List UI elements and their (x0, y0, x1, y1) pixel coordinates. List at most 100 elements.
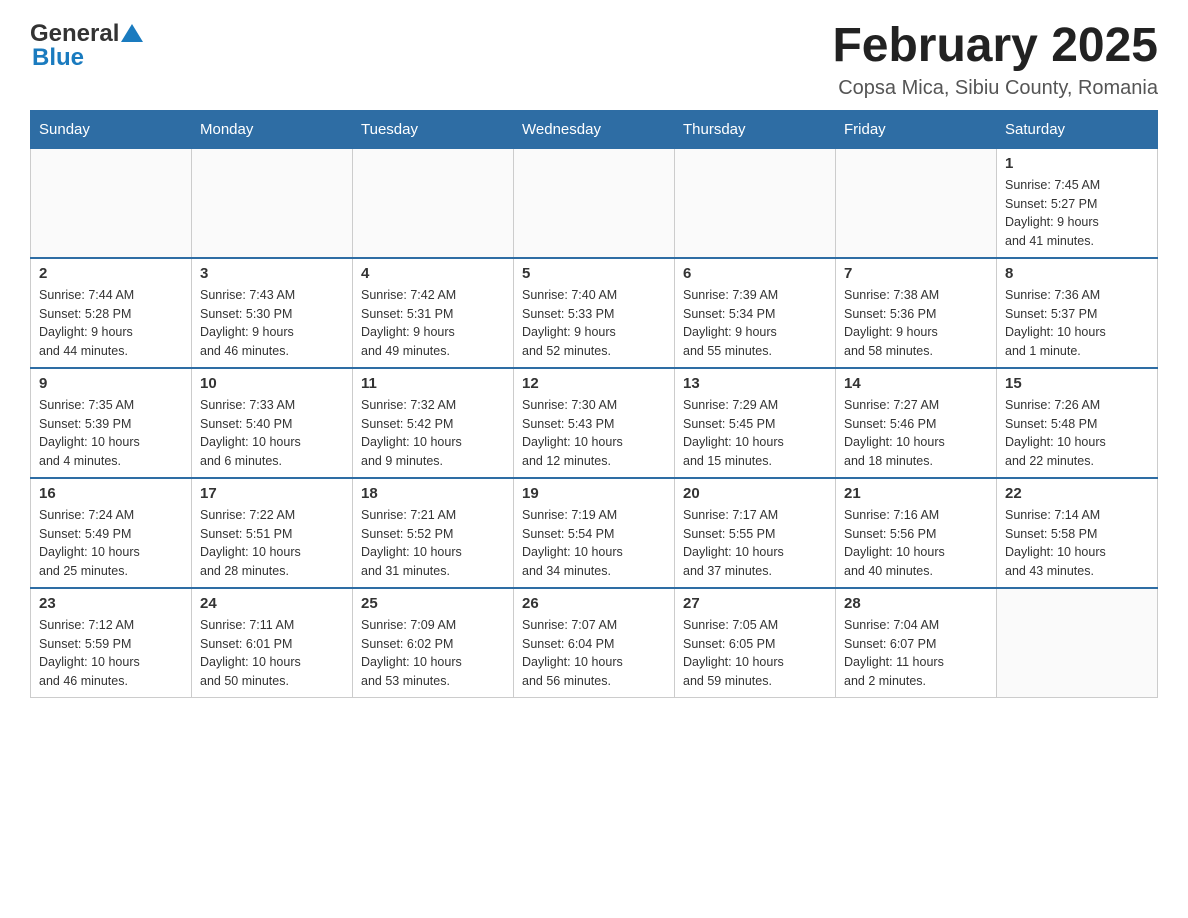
day-info: Sunrise: 7:04 AM Sunset: 6:07 PM Dayligh… (844, 616, 988, 691)
day-info: Sunrise: 7:29 AM Sunset: 5:45 PM Dayligh… (683, 396, 827, 471)
calendar-day-cell (192, 148, 353, 258)
calendar-day-cell: 9 Sunrise: 7:35 AM Sunset: 5:39 PM Daylig… (31, 368, 192, 478)
day-number: 3 (200, 265, 344, 282)
calendar-day-cell: 2Sunrise: 7:44 AM Sunset: 5:28 PM Daylig… (31, 258, 192, 368)
weekday-header-saturday: Saturday (997, 110, 1158, 148)
day-info: Sunrise: 7:05 AM Sunset: 6:05 PM Dayligh… (683, 616, 827, 691)
calendar-day-cell: 14 Sunrise: 7:27 AM Sunset: 5:46 PM Dayli… (836, 368, 997, 478)
day-info: Sunrise: 7:07 AM Sunset: 6:04 PM Dayligh… (522, 616, 666, 691)
day-info: Sunrise: 7:33 AM Sunset: 5:40 PM Dayligh… (200, 396, 344, 471)
day-info: Sunrise: 7:39 AM Sunset: 5:34 PM Dayligh… (683, 286, 827, 361)
calendar-day-cell: 24 Sunrise: 7:11 AM Sunset: 6:01 PM Dayli… (192, 588, 353, 698)
weekday-header-monday: Monday (192, 110, 353, 148)
title-block: February 2025 Copsa Mica, Sibiu County, … (832, 20, 1158, 100)
day-info: Sunrise: 7:38 AM Sunset: 5:36 PM Dayligh… (844, 286, 988, 361)
day-info: Sunrise: 7:11 AM Sunset: 6:01 PM Dayligh… (200, 616, 344, 691)
location-subtitle: Copsa Mica, Sibiu County, Romania (832, 77, 1158, 100)
calendar-day-cell (514, 148, 675, 258)
calendar-day-cell: 1 Sunrise: 7:45 AM Sunset: 5:27 PM Daylig… (997, 148, 1158, 258)
day-info: Sunrise: 7:19 AM Sunset: 5:54 PM Dayligh… (522, 506, 666, 581)
day-number: 14 (844, 375, 988, 392)
calendar-week-row: 1 Sunrise: 7:45 AM Sunset: 5:27 PM Daylig… (31, 148, 1158, 258)
calendar-day-cell: 28 Sunrise: 7:04 AM Sunset: 6:07 PM Dayli… (836, 588, 997, 698)
day-info: Sunrise: 7:17 AM Sunset: 5:55 PM Dayligh… (683, 506, 827, 581)
calendar-day-cell: 7 Sunrise: 7:38 AM Sunset: 5:36 PM Daylig… (836, 258, 997, 368)
day-info: Sunrise: 7:30 AM Sunset: 5:43 PM Dayligh… (522, 396, 666, 471)
calendar-week-row: 2Sunrise: 7:44 AM Sunset: 5:28 PM Daylig… (31, 258, 1158, 368)
weekday-header-sunday: Sunday (31, 110, 192, 148)
day-info: Sunrise: 7:14 AM Sunset: 5:58 PM Dayligh… (1005, 506, 1149, 581)
day-number: 17 (200, 485, 344, 502)
day-info: Sunrise: 7:24 AM Sunset: 5:49 PM Dayligh… (39, 506, 183, 581)
day-number: 18 (361, 485, 505, 502)
calendar-day-cell: 6 Sunrise: 7:39 AM Sunset: 5:34 PM Daylig… (675, 258, 836, 368)
day-number: 16 (39, 485, 183, 502)
day-number: 20 (683, 485, 827, 502)
day-info: Sunrise: 7:12 AM Sunset: 5:59 PM Dayligh… (39, 616, 183, 691)
calendar-week-row: 23 Sunrise: 7:12 AM Sunset: 5:59 PM Dayli… (31, 588, 1158, 698)
day-info: Sunrise: 7:22 AM Sunset: 5:51 PM Dayligh… (200, 506, 344, 581)
day-number: 19 (522, 485, 666, 502)
calendar-day-cell: 20 Sunrise: 7:17 AM Sunset: 5:55 PM Dayli… (675, 478, 836, 588)
day-number: 27 (683, 595, 827, 612)
day-number: 24 (200, 595, 344, 612)
calendar-day-cell: 21Sunrise: 7:16 AM Sunset: 5:56 PM Dayli… (836, 478, 997, 588)
calendar-week-row: 16 Sunrise: 7:24 AM Sunset: 5:49 PM Dayli… (31, 478, 1158, 588)
calendar-day-cell: 5Sunrise: 7:40 AM Sunset: 5:33 PM Daylig… (514, 258, 675, 368)
calendar-day-cell: 13 Sunrise: 7:29 AM Sunset: 5:45 PM Dayli… (675, 368, 836, 478)
day-number: 15 (1005, 375, 1149, 392)
month-title: February 2025 (832, 20, 1158, 73)
day-number: 12 (522, 375, 666, 392)
weekday-header-friday: Friday (836, 110, 997, 148)
logo: General Blue (30, 20, 143, 72)
calendar-day-cell: 23 Sunrise: 7:12 AM Sunset: 5:59 PM Dayli… (31, 588, 192, 698)
logo-triangle-icon (121, 22, 143, 44)
day-number: 23 (39, 595, 183, 612)
day-number: 28 (844, 595, 988, 612)
day-number: 25 (361, 595, 505, 612)
day-number: 4 (361, 265, 505, 282)
calendar-day-cell (836, 148, 997, 258)
day-info: Sunrise: 7:40 AM Sunset: 5:33 PM Dayligh… (522, 286, 666, 361)
calendar-day-cell (675, 148, 836, 258)
calendar-table: SundayMondayTuesdayWednesdayThursdayFrid… (30, 110, 1158, 698)
calendar-day-cell: 3 Sunrise: 7:43 AM Sunset: 5:30 PM Daylig… (192, 258, 353, 368)
calendar-day-cell (997, 588, 1158, 698)
calendar-day-cell: 15 Sunrise: 7:26 AM Sunset: 5:48 PM Dayli… (997, 368, 1158, 478)
calendar-day-cell: 18 Sunrise: 7:21 AM Sunset: 5:52 PM Dayli… (353, 478, 514, 588)
weekday-header-wednesday: Wednesday (514, 110, 675, 148)
day-info: Sunrise: 7:09 AM Sunset: 6:02 PM Dayligh… (361, 616, 505, 691)
day-number: 2 (39, 265, 183, 282)
day-number: 13 (683, 375, 827, 392)
day-info: Sunrise: 7:32 AM Sunset: 5:42 PM Dayligh… (361, 396, 505, 471)
day-number: 1 (1005, 155, 1149, 172)
day-number: 8 (1005, 265, 1149, 282)
day-info: Sunrise: 7:26 AM Sunset: 5:48 PM Dayligh… (1005, 396, 1149, 471)
day-info: Sunrise: 7:36 AM Sunset: 5:37 PM Dayligh… (1005, 286, 1149, 361)
day-number: 11 (361, 375, 505, 392)
day-number: 9 (39, 375, 183, 392)
calendar-day-cell: 11 Sunrise: 7:32 AM Sunset: 5:42 PM Dayli… (353, 368, 514, 478)
day-number: 6 (683, 265, 827, 282)
day-info: Sunrise: 7:43 AM Sunset: 5:30 PM Dayligh… (200, 286, 344, 361)
calendar-week-row: 9 Sunrise: 7:35 AM Sunset: 5:39 PM Daylig… (31, 368, 1158, 478)
day-number: 10 (200, 375, 344, 392)
calendar-day-cell: 26Sunrise: 7:07 AM Sunset: 6:04 PM Dayli… (514, 588, 675, 698)
day-info: Sunrise: 7:45 AM Sunset: 5:27 PM Dayligh… (1005, 176, 1149, 251)
calendar-day-cell: 27 Sunrise: 7:05 AM Sunset: 6:05 PM Dayli… (675, 588, 836, 698)
day-info: Sunrise: 7:21 AM Sunset: 5:52 PM Dayligh… (361, 506, 505, 581)
day-number: 7 (844, 265, 988, 282)
calendar-day-cell: 10 Sunrise: 7:33 AM Sunset: 5:40 PM Dayli… (192, 368, 353, 478)
day-number: 21 (844, 485, 988, 502)
calendar-day-cell: 25 Sunrise: 7:09 AM Sunset: 6:02 PM Dayli… (353, 588, 514, 698)
weekday-header-thursday: Thursday (675, 110, 836, 148)
day-info: Sunrise: 7:35 AM Sunset: 5:39 PM Dayligh… (39, 396, 183, 471)
day-number: 22 (1005, 485, 1149, 502)
weekday-header-tuesday: Tuesday (353, 110, 514, 148)
calendar-day-cell: 4 Sunrise: 7:42 AM Sunset: 5:31 PM Daylig… (353, 258, 514, 368)
day-info: Sunrise: 7:42 AM Sunset: 5:31 PM Dayligh… (361, 286, 505, 361)
day-info: Sunrise: 7:27 AM Sunset: 5:46 PM Dayligh… (844, 396, 988, 471)
calendar-day-cell (31, 148, 192, 258)
logo-blue-text: Blue (32, 44, 84, 72)
calendar-day-cell: 8 Sunrise: 7:36 AM Sunset: 5:37 PM Daylig… (997, 258, 1158, 368)
